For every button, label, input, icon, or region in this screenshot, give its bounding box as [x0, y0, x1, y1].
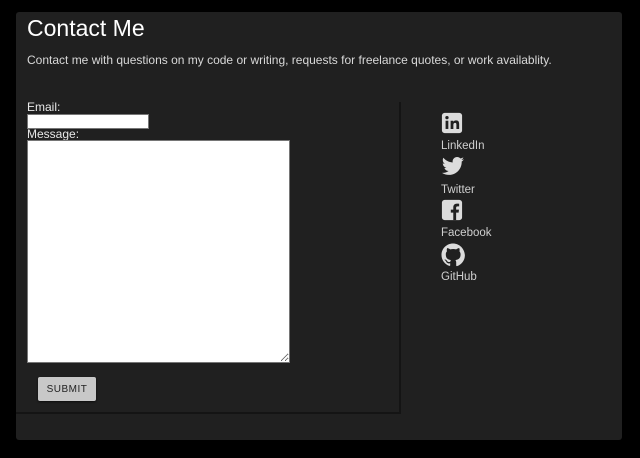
- social-link-facebook[interactable]: Facebook: [441, 199, 531, 243]
- page-title: Contact Me: [27, 15, 145, 41]
- message-field[interactable]: [27, 140, 290, 363]
- social-links: LinkedIn Twitter Facebook GitHub: [441, 112, 531, 286]
- facebook-icon: [441, 199, 465, 223]
- social-link-linkedin[interactable]: LinkedIn: [441, 112, 531, 156]
- github-icon: [441, 243, 465, 267]
- social-label-linkedin: LinkedIn: [441, 140, 485, 152]
- social-label-facebook: Facebook: [441, 227, 492, 239]
- intro-text: Contact me with questions on my code or …: [27, 53, 552, 67]
- social-label-twitter: Twitter: [441, 183, 475, 196]
- message-label: Message:: [27, 127, 80, 141]
- submit-button[interactable]: SUBMIT: [38, 377, 96, 401]
- contact-form: Email: Message: SUBMIT: [16, 100, 401, 414]
- twitter-icon: [441, 156, 465, 180]
- social-link-twitter[interactable]: Twitter: [441, 156, 531, 200]
- social-label-github: GitHub: [441, 270, 477, 283]
- email-label: Email:: [27, 100, 61, 114]
- contact-card: Contact Me Contact me with questions on …: [16, 12, 622, 440]
- linkedin-icon: [441, 112, 465, 136]
- social-link-github[interactable]: GitHub: [441, 243, 531, 287]
